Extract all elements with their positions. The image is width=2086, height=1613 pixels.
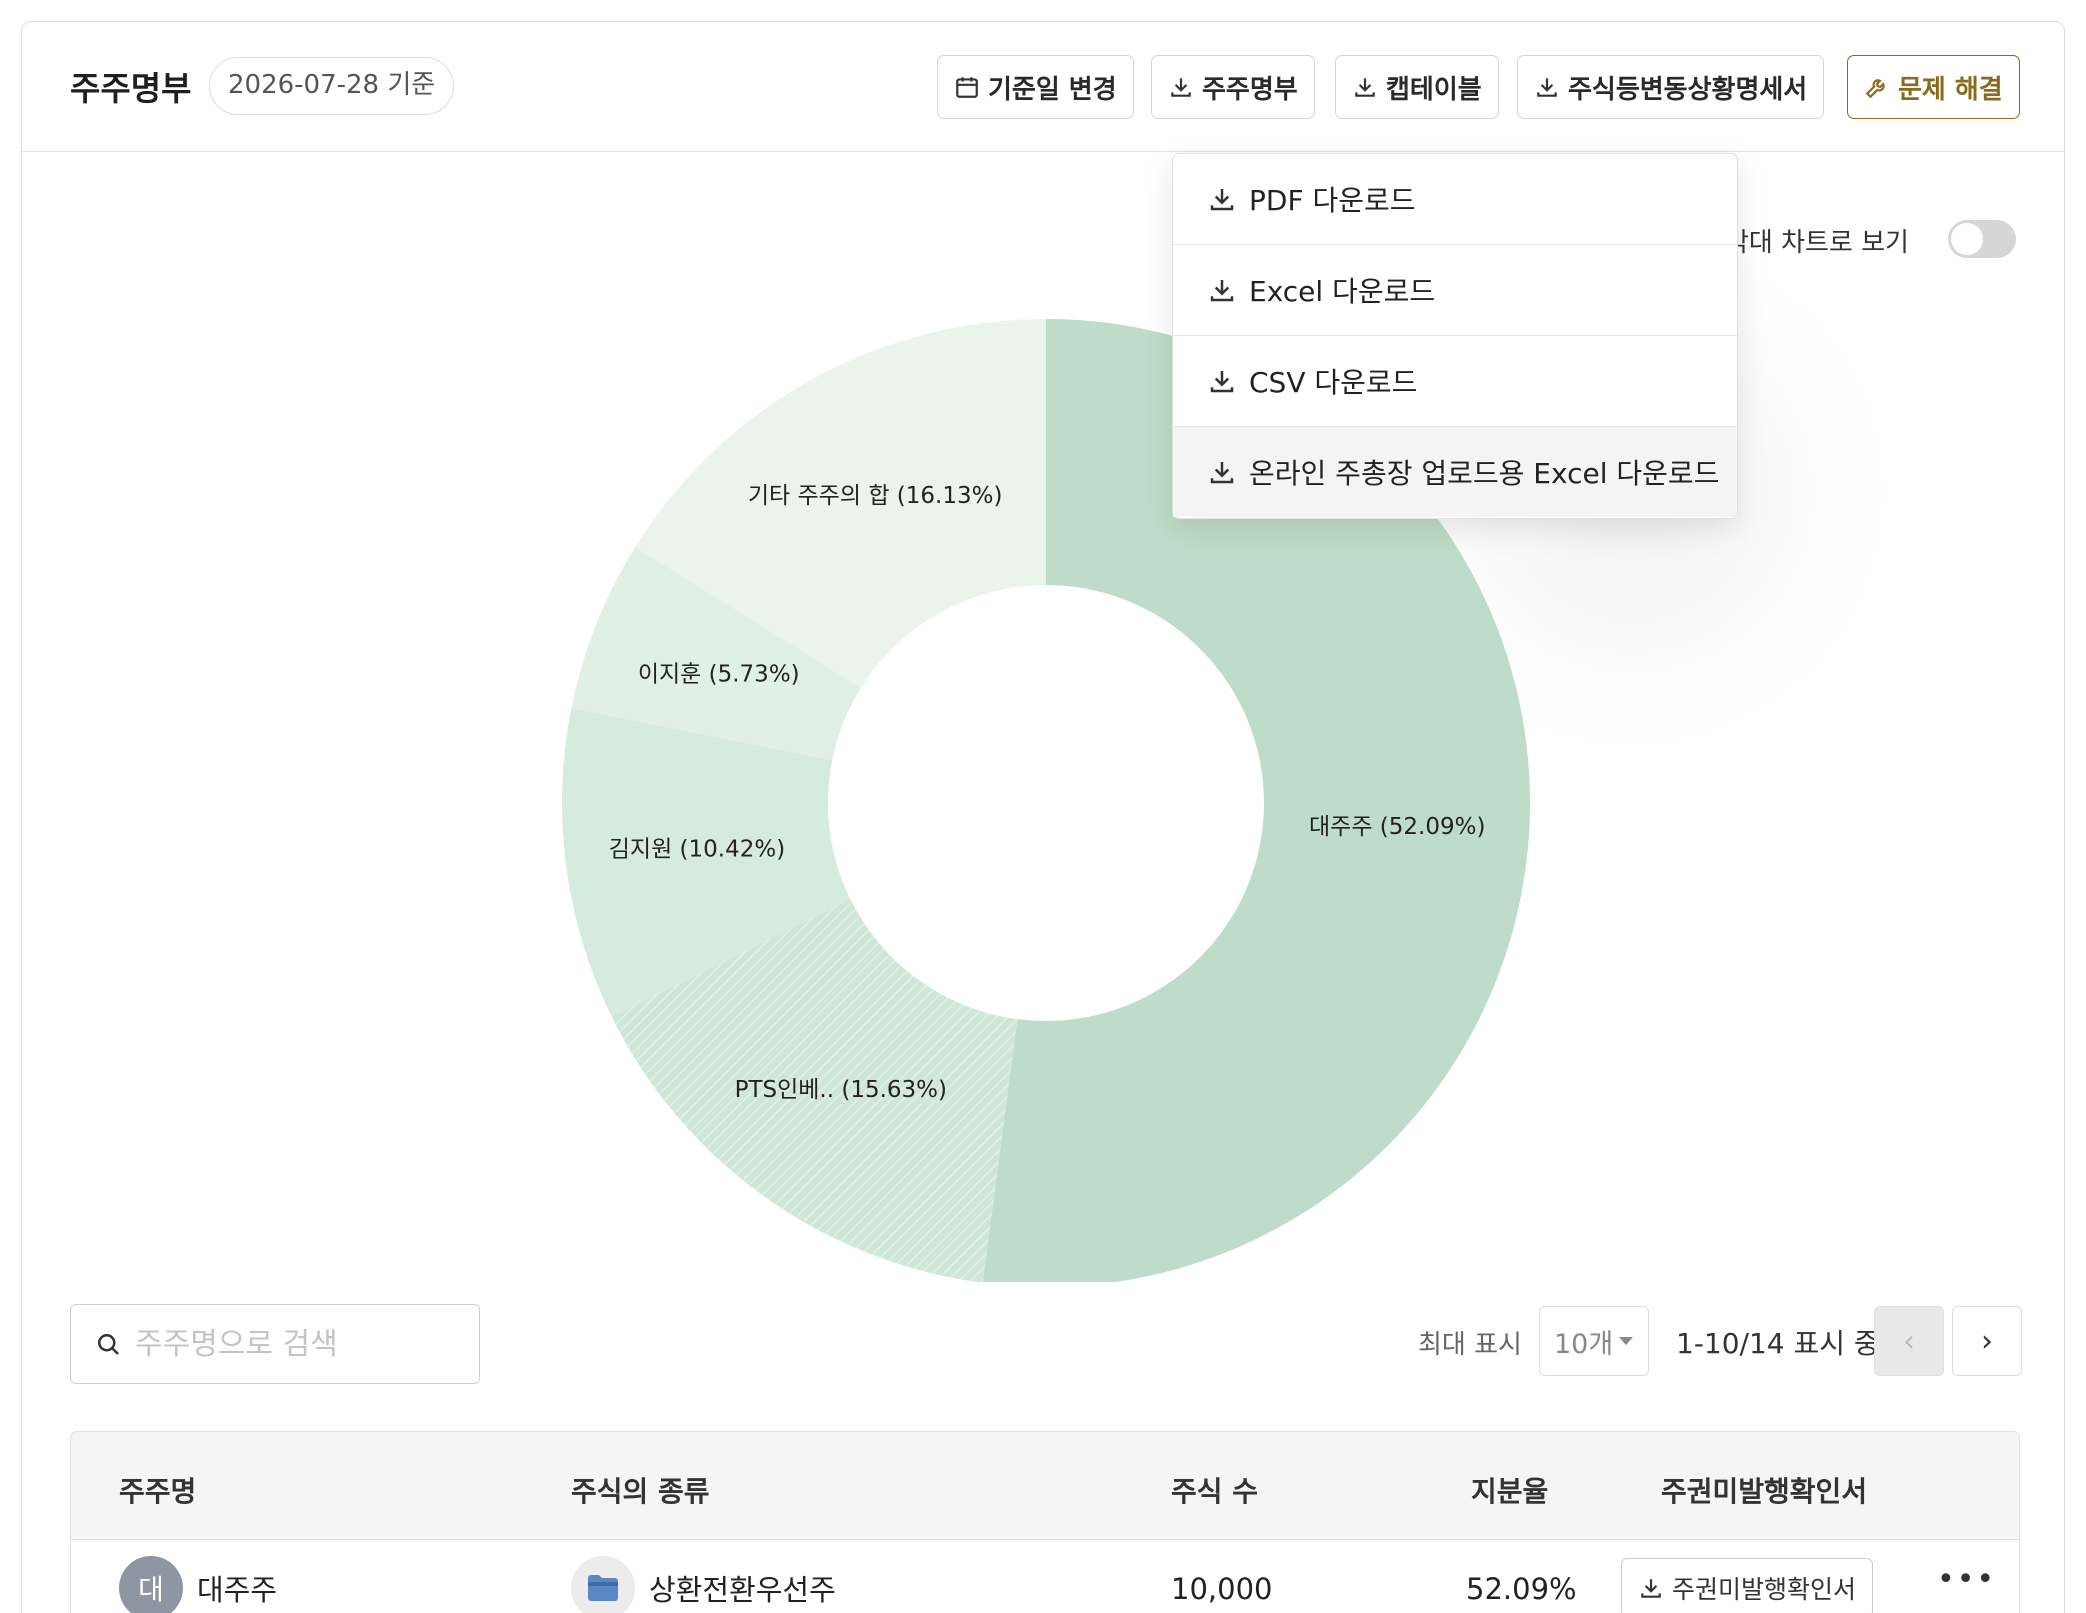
column-header-name: 주주명 (119, 1475, 197, 1508)
column-header-certificate: 주권미발행확인서 (1661, 1475, 1868, 1508)
shareholder-registry-card: 주주명부 2026-07-28 기준 기준일 변경 주주명부 캡테이블 주식등변… (21, 21, 2065, 1613)
shares-cell: 10,000 (1171, 1572, 1273, 1606)
max-display-label: 최대 표시 (1418, 1330, 1522, 1360)
pdf-download-item[interactable]: PDF 다운로드 (1173, 154, 1737, 245)
donut-slice-label: 김지원 (10.42%) (609, 837, 785, 863)
donut-slice-label: 이지훈 (5.73%) (638, 661, 800, 687)
download-dropdown-menu: PDF 다운로드 Excel 다운로드 CSV 다운로드 온라인 주총장 업로드… (1172, 153, 1738, 519)
ratio-cell: 52.09% (1466, 1572, 1577, 1606)
toggle-knob (1951, 223, 1983, 255)
stock-type: 상환전환우선주 (649, 1573, 836, 1607)
shareholder-search-input[interactable] (135, 1326, 465, 1362)
donut-slice-label: 대주주 (52.09%) (1309, 814, 1485, 840)
shareholder-name: 대주주 (197, 1573, 278, 1607)
donut-slice-label: 기타 주주의 합 (16.13%) (748, 483, 1003, 509)
excel-download-label: Excel 다운로드 (1249, 275, 1436, 308)
bar-chart-toggle-label: 막대 차트로 보기 (1725, 228, 1909, 258)
next-page-button[interactable]: › (1952, 1306, 2022, 1376)
download-icon (1641, 1579, 1661, 1598)
bar-chart-toggle[interactable] (1948, 220, 2016, 258)
prev-page-button[interactable]: ‹ (1874, 1306, 1944, 1376)
excel-download-item[interactable]: Excel 다운로드 (1173, 245, 1737, 336)
shareholder-cell: 대 대주주 (119, 1556, 277, 1613)
online-meeting-excel-download-label: 온라인 주총장 업로드용 Excel 다운로드 (1249, 457, 1720, 490)
avatar: 대 (119, 1556, 183, 1613)
csv-download-item[interactable]: CSV 다운로드 (1173, 336, 1737, 427)
shareholder-table: 주주명 주식의 종류 주식 수 지분율 주권미발행확인서 대 대주주 상환전환우… (70, 1431, 2020, 1613)
page-size-select[interactable]: 10개 (1539, 1306, 1649, 1376)
csv-download-label: CSV 다운로드 (1249, 366, 1418, 399)
download-icon (1210, 371, 1234, 393)
online-meeting-excel-download-item[interactable]: 온라인 주총장 업로드용 Excel 다운로드 (1173, 427, 1737, 517)
certificate-download-label: 주권미발행확인서 (1672, 1575, 1857, 1604)
download-icon (1210, 462, 1234, 484)
stock-type-cell: 상환전환우선주 (571, 1556, 836, 1613)
folder-icon (571, 1556, 635, 1613)
search-box (70, 1304, 480, 1384)
column-header-ratio: 지분율 (1471, 1475, 1549, 1508)
caret-down-icon (1619, 1337, 1634, 1345)
certificate-download-button[interactable]: 주권미발행확인서 (1621, 1558, 1874, 1613)
donut-slice-label: PTS인베.. (15.63%) (735, 1077, 947, 1103)
search-icon (98, 1334, 119, 1355)
download-icon (1210, 280, 1234, 302)
ownership-donut-chart: 대주주 (52.09%) PTS인베.. (15.63%) 김지원 (10.42%)… (561, 319, 1531, 1282)
more-options-icon[interactable]: ••• (1937, 1562, 1996, 1597)
column-header-shares: 주식 수 (1171, 1475, 1259, 1508)
column-header-stock-type: 주식의 종류 (571, 1475, 710, 1508)
download-icon (1210, 189, 1234, 211)
table-row[interactable]: 대 대주주 상환전환우선주 10,000 52.09% 주권미발행확인서 ••• (71, 1540, 2019, 1613)
pagination-range: 1-10/14 표시 중 (1676, 1327, 1880, 1360)
table-header: 주주명 주식의 종류 주식 수 지분율 주권미발행확인서 (71, 1432, 2019, 1540)
page-size-value: 10개 (1554, 1328, 1614, 1360)
pdf-download-label: PDF 다운로드 (1249, 184, 1416, 217)
